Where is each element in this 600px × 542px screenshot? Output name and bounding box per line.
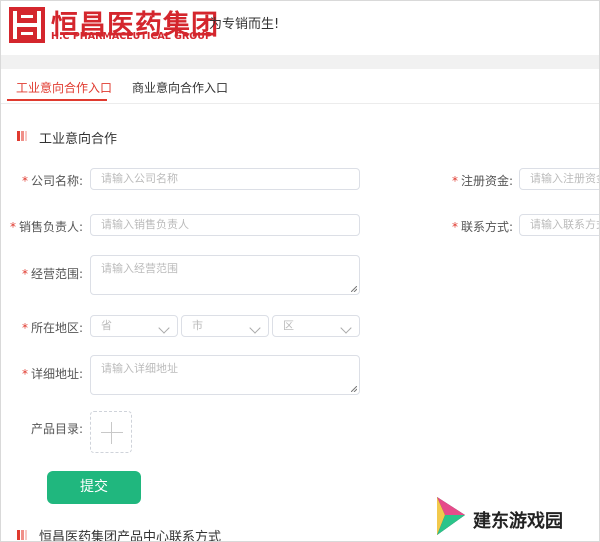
address-label: * 详细地址:: [21, 367, 83, 381]
business-scope-label: * 经营范围:: [21, 267, 83, 281]
sales-manager-label: * 销售负责人:: [9, 220, 83, 234]
sales-manager-input[interactable]: 请输入销售负责人: [90, 214, 360, 236]
logo-icon: [9, 7, 45, 43]
active-tab-indicator: [7, 99, 107, 101]
section-marker-icon: [17, 131, 27, 141]
upload-button[interactable]: [90, 411, 132, 453]
section-marker-icon: [17, 530, 27, 540]
business-scope-placeholder: 请输入经营范围: [101, 262, 178, 275]
province-select[interactable]: 省: [90, 315, 178, 337]
province-select-value: 省: [101, 319, 112, 332]
contact-input[interactable]: 请输入联系方式: [519, 214, 599, 236]
chevron-down-icon: [249, 322, 261, 334]
page-frame: 恒昌医药集团 H.C PHARMACEUTICAL GROUP 为专销而生! 工…: [0, 0, 600, 542]
tab-bar: 工业意向合作入口 商业意向合作入口: [1, 69, 599, 104]
site-header: 恒昌医药集团 H.C PHARMACEUTICAL GROUP 为专销而生!: [1, 1, 599, 55]
resize-handle-icon[interactable]: [351, 386, 357, 392]
product-catalog-label: 产品目录:: [30, 422, 83, 436]
watermark-text: 建东游戏园: [473, 511, 563, 532]
registered-capital-label: * 注册资金:: [451, 174, 513, 188]
company-name-label: * 公司名称:: [21, 174, 83, 188]
city-select-value: 市: [192, 319, 203, 332]
header-divider-band: [1, 55, 599, 69]
plus-icon-vertical: [111, 422, 112, 444]
address-textarea[interactable]: 请输入详细地址: [90, 355, 360, 395]
chevron-down-icon: [340, 322, 352, 334]
watermark-logo-icon: [437, 497, 465, 535]
registered-capital-input[interactable]: 请输入注册资金: [519, 168, 599, 190]
plus-icon: [101, 432, 123, 433]
resize-handle-icon[interactable]: [351, 286, 357, 292]
region-label: * 所在地区:: [21, 321, 83, 335]
section-title-industrial: 工业意向合作: [39, 132, 118, 147]
company-name-input[interactable]: 请输入公司名称: [90, 168, 360, 190]
city-select[interactable]: 市: [181, 315, 269, 337]
tab-industrial-cooperation[interactable]: 工业意向合作入口: [16, 79, 112, 96]
section-title-contact: 恒昌医药集团产品中心联系方式: [39, 530, 222, 542]
address-placeholder: 请输入详细地址: [101, 362, 178, 375]
district-select-value: 区: [283, 319, 294, 332]
business-scope-textarea[interactable]: 请输入经营范围: [90, 255, 360, 295]
contact-label: * 联系方式:: [451, 220, 513, 234]
slogan: 为专销而生!: [209, 17, 280, 32]
chevron-down-icon: [158, 322, 170, 334]
logo-name-en: H.C PHARMACEUTICAL GROUP: [51, 31, 212, 42]
tab-commercial-cooperation[interactable]: 商业意向合作入口: [132, 79, 228, 96]
submit-button[interactable]: 提交: [47, 471, 141, 504]
district-select[interactable]: 区: [272, 315, 360, 337]
